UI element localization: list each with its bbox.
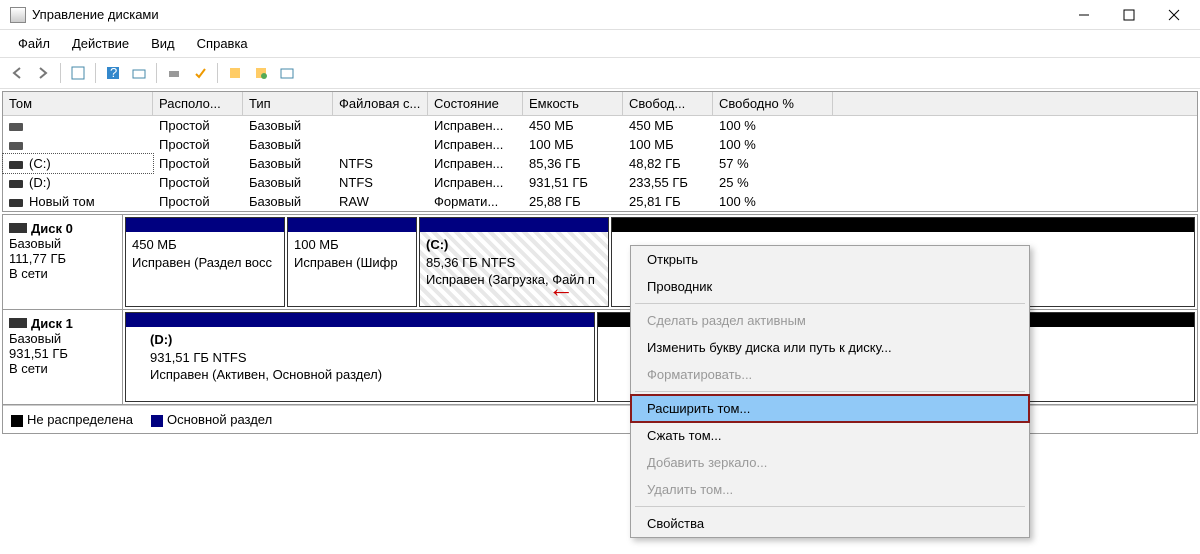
partition[interactable]: (C:)85,36 ГБ NTFSИсправен (Загрузка, Фай… — [419, 217, 609, 307]
context-menu: ОткрытьПроводник Сделать раздел активнымИ… — [630, 245, 1030, 538]
col-layout[interactable]: Располо... — [153, 92, 243, 115]
forward-button[interactable] — [32, 62, 54, 84]
menu-item[interactable]: Открыть — [631, 246, 1029, 273]
partition[interactable]: 100 МБИсправен (Шифр — [287, 217, 417, 307]
toolbar-icon-6[interactable] — [250, 62, 272, 84]
table-row[interactable]: (D:)ПростойБазовыйNTFSИсправен...931,51 … — [3, 173, 1197, 192]
volume-list-header[interactable]: Том Располо... Тип Файловая с... Состоян… — [3, 92, 1197, 116]
menu-item[interactable]: Изменить букву диска или путь к диску... — [631, 334, 1029, 361]
legend-unallocated: Не распределена — [11, 412, 133, 427]
col-type[interactable]: Тип — [243, 92, 333, 115]
col-free[interactable]: Свобод... — [623, 92, 713, 115]
title-bar: Управление дисками — [0, 0, 1200, 30]
back-button[interactable] — [6, 62, 28, 84]
volume-list[interactable]: Том Располо... Тип Файловая с... Состоян… — [2, 91, 1198, 212]
menu-item: Удалить том... — [631, 476, 1029, 503]
menu-file[interactable]: Файл — [8, 34, 60, 53]
menu-item[interactable]: Расширить том... — [631, 395, 1029, 422]
maximize-button[interactable] — [1106, 1, 1151, 29]
toolbar-icon-2[interactable] — [128, 62, 150, 84]
menu-separator — [635, 506, 1025, 507]
menu-action[interactable]: Действие — [62, 34, 139, 53]
partition[interactable]: 450 МБИсправен (Раздел восс — [125, 217, 285, 307]
toolbar-icon-5[interactable] — [224, 62, 246, 84]
col-cap[interactable]: Емкость — [523, 92, 623, 115]
legend-primary: Основной раздел — [151, 412, 272, 427]
menu-item[interactable]: Сжать том... — [631, 422, 1029, 449]
menu-item: Форматировать... — [631, 361, 1029, 388]
menu-item[interactable]: Проводник — [631, 273, 1029, 300]
menu-item: Добавить зеркало... — [631, 449, 1029, 476]
toolbar-icon-3[interactable] — [163, 62, 185, 84]
minimize-button[interactable] — [1061, 1, 1106, 29]
svg-text:?: ? — [110, 66, 117, 80]
disk-info[interactable]: Диск 1Базовый931,51 ГБВ сети — [3, 310, 123, 404]
menu-bar: Файл Действие Вид Справка — [0, 30, 1200, 57]
menu-separator — [635, 391, 1025, 392]
toolbar-icon-7[interactable] — [276, 62, 298, 84]
menu-item[interactable]: Свойства — [631, 510, 1029, 537]
toolbar: ? — [0, 57, 1200, 89]
col-volume[interactable]: Том — [3, 92, 153, 115]
col-status[interactable]: Состояние — [428, 92, 523, 115]
window-title: Управление дисками — [32, 7, 1061, 22]
table-row[interactable]: Новый томПростойБазовыйRAWФормати...25,8… — [3, 192, 1197, 211]
toolbar-icon-1[interactable] — [67, 62, 89, 84]
col-fs[interactable]: Файловая с... — [333, 92, 428, 115]
partition[interactable]: (D:)931,51 ГБ NTFSИсправен (Активен, Осн… — [125, 312, 595, 402]
menu-separator — [635, 303, 1025, 304]
close-button[interactable] — [1151, 1, 1196, 29]
col-pct[interactable]: Свободно % — [713, 92, 833, 115]
menu-item: Сделать раздел активным — [631, 307, 1029, 334]
table-row[interactable]: ПростойБазовыйИсправен...100 МБ100 МБ100… — [3, 135, 1197, 154]
menu-help[interactable]: Справка — [187, 34, 258, 53]
toolbar-icon-4[interactable] — [189, 62, 211, 84]
app-icon — [10, 7, 26, 23]
menu-view[interactable]: Вид — [141, 34, 185, 53]
table-row[interactable]: (C:)ПростойБазовыйNTFSИсправен...85,36 Г… — [3, 154, 1197, 173]
disk-info[interactable]: Диск 0Базовый111,77 ГБВ сети — [3, 215, 123, 309]
table-row[interactable]: ПростойБазовыйИсправен...450 МБ450 МБ100… — [3, 116, 1197, 135]
help-icon[interactable]: ? — [102, 62, 124, 84]
